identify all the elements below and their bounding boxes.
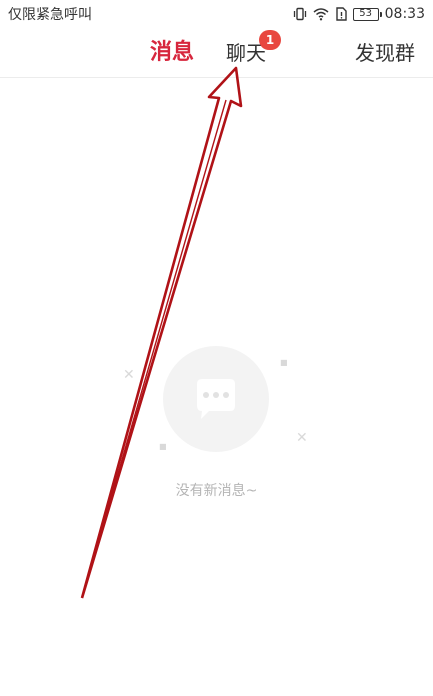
tab-messages[interactable]: 消息 xyxy=(150,38,194,68)
decor-cross-icon: ✕ xyxy=(123,367,135,383)
carrier-text: 仅限紧急呼叫 xyxy=(8,7,92,23)
tab-discover-groups[interactable]: 发现群 xyxy=(355,38,415,68)
sim-icon xyxy=(335,7,347,21)
chat-unread-badge: 1 xyxy=(259,30,281,50)
empty-message-text: 没有新消息~ xyxy=(175,483,258,499)
battery-level: 53 xyxy=(359,8,372,19)
empty-state: ✕ ■ ■ ✕ 没有新消息~ xyxy=(0,340,433,510)
status-icons: 53 08:33 xyxy=(293,6,425,22)
decor-cross-icon: ✕ xyxy=(296,430,308,446)
status-bar: 仅限紧急呼叫 53 08:33 xyxy=(0,0,433,28)
annotation-arrow xyxy=(80,66,243,599)
chat-bubble-icon xyxy=(197,379,235,419)
vibrate-icon xyxy=(293,7,307,21)
battery-icon: 53 xyxy=(352,7,382,21)
empty-circle xyxy=(163,346,269,452)
wifi-icon xyxy=(313,7,329,21)
clock: 08:33 xyxy=(384,6,425,22)
decor-dot-icon: ■ xyxy=(280,358,288,367)
tab-bar: 消息 聊天 1 发现群 xyxy=(0,28,433,78)
